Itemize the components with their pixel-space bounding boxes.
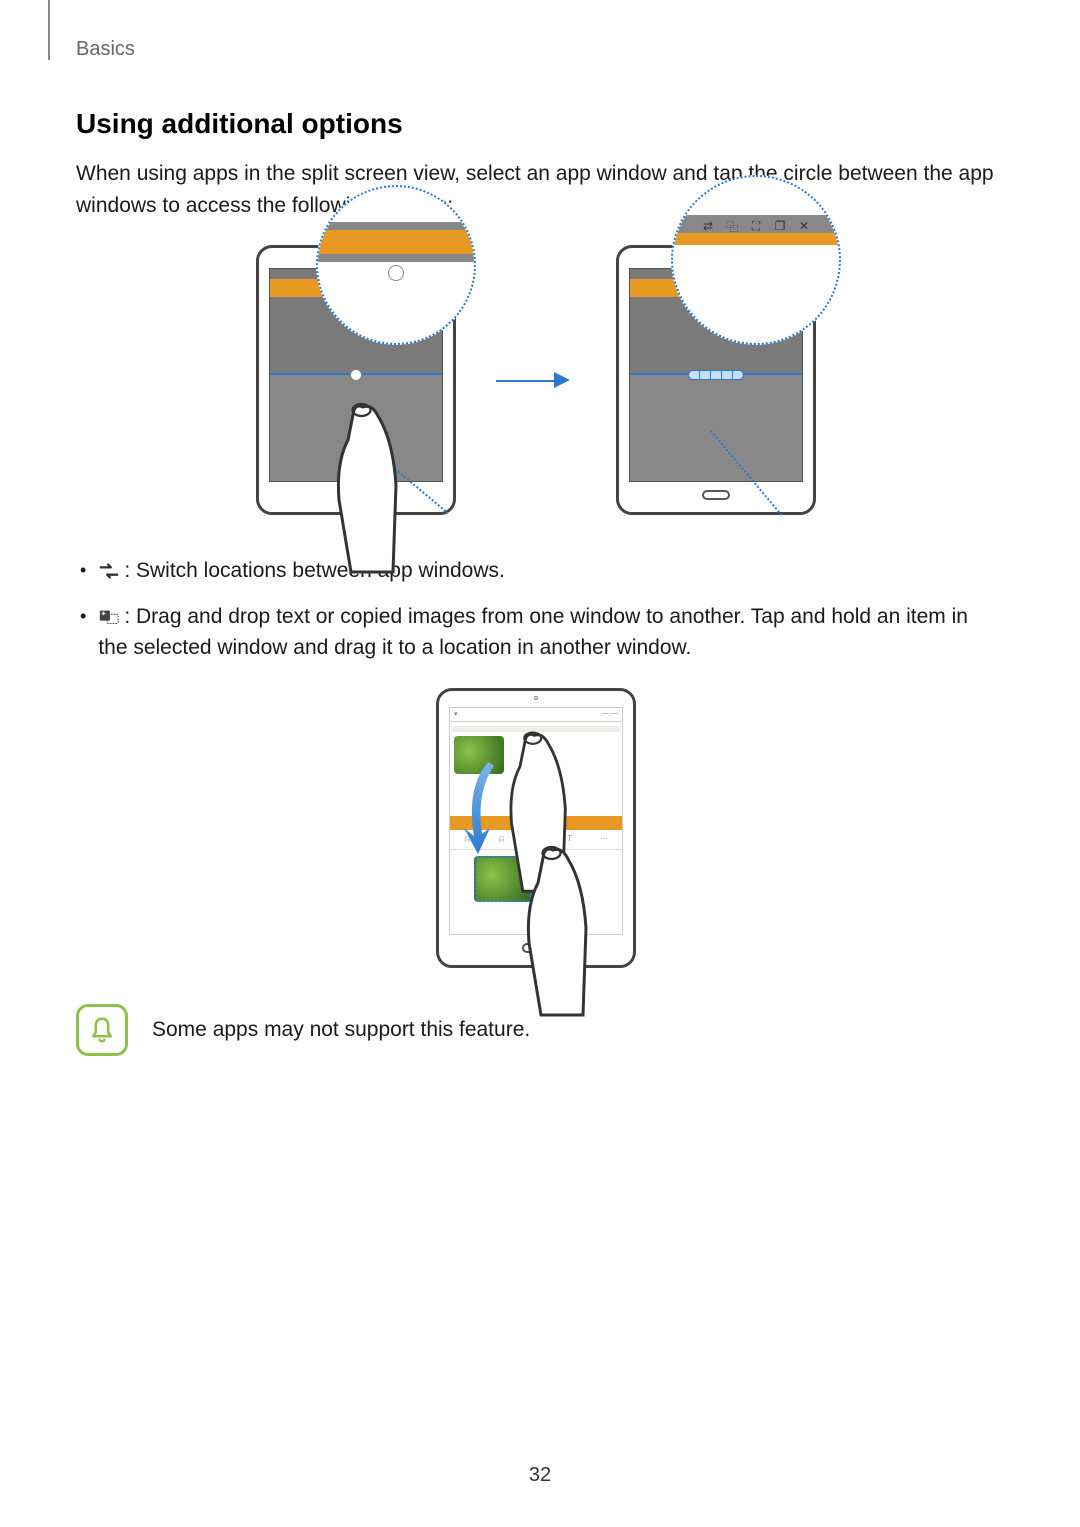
bullet-marker: • — [80, 555, 86, 586]
magnified-header-after — [673, 233, 839, 245]
figure-split-options: ⇄ ⿻ ⛶ ❐ ✕ — [76, 245, 996, 515]
list-item: • : Switch locations between app windows… — [76, 555, 996, 587]
close-icon: ✕ — [797, 219, 811, 233]
drag-text: : Drag and drop text or copied images fr… — [98, 605, 968, 660]
magnifier-pane — [318, 222, 474, 262]
page-content: Using additional options When using apps… — [76, 108, 996, 1056]
finger-pointer-icon — [506, 838, 606, 1018]
home-button-icon — [342, 490, 370, 500]
split-toolbar-icons: ⇄ ⿻ ⛶ ❐ ✕ — [673, 219, 839, 233]
magnifier-callout-before — [316, 185, 476, 345]
magnifier-callout-after: ⇄ ⿻ ⛶ ❐ ✕ — [671, 175, 841, 345]
intro-paragraph: When using apps in the split screen view… — [76, 158, 996, 221]
switch-windows-icon — [98, 562, 120, 580]
bullet-marker: • — [80, 601, 86, 632]
app-header-row: ▾— — — [450, 708, 622, 722]
page-number: 32 — [529, 1464, 551, 1487]
section-heading: Using additional options — [76, 108, 996, 140]
notification-bell-icon — [76, 1004, 128, 1056]
copy-content-icon: ⿻ — [725, 219, 739, 233]
figure-drag-drop: ▾— — ⎌⎌✎T⋯ — [76, 688, 996, 968]
magnified-divider-handle — [388, 265, 404, 281]
list-item: • : Drag and drop text or copied images … — [76, 601, 996, 664]
home-button-icon — [702, 490, 730, 500]
swap-icon: ⇄ — [701, 219, 715, 233]
page-margin-marker — [48, 0, 50, 60]
breadcrumb: Basics — [76, 38, 135, 61]
figure-drag-wrapper: ▾— — ⎌⎌✎T⋯ — [436, 688, 636, 968]
list-item-content: : Switch locations between app windows. — [98, 555, 505, 587]
split-options-toolbar — [688, 370, 744, 380]
camera-icon — [534, 696, 538, 700]
switch-text: : Switch locations between app windows. — [124, 559, 505, 582]
maximize-icon: ⛶ — [749, 219, 763, 233]
list-item-content: : Drag and drop text or copied images fr… — [98, 601, 996, 664]
figure-left-wrapper — [256, 245, 456, 515]
drag-drop-icon — [98, 608, 120, 626]
options-list: • : Switch locations between app windows… — [76, 555, 996, 664]
note-text: Some apps may not support this feature. — [152, 1018, 530, 1042]
magnified-header — [318, 230, 474, 254]
figure-right-wrapper: ⇄ ⿻ ⛶ ❐ ✕ — [616, 245, 816, 515]
split-divider-handle — [350, 369, 362, 381]
popup-window-icon: ❐ — [773, 219, 787, 233]
